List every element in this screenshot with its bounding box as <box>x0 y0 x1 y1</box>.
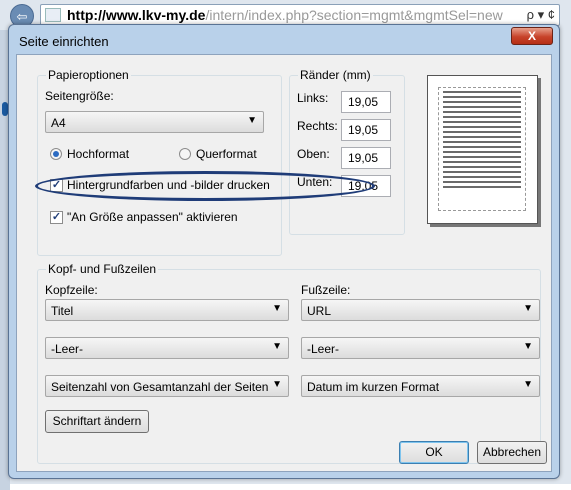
chevron-down-icon: ▼ <box>523 379 533 390</box>
header-3-value: Seitenzahl von Gesamtanzahl der Seiten <box>51 380 269 394</box>
chevron-down-icon: ▼ <box>272 341 282 352</box>
page-size-select[interactable]: A4 ▼ <box>45 111 264 133</box>
portrait-radio[interactable] <box>50 148 62 160</box>
portrait-label: Hochformat <box>67 147 130 161</box>
preview-printable-area <box>438 87 526 211</box>
page-preview <box>427 75 538 224</box>
margin-top-input[interactable]: 19,05 <box>341 147 391 169</box>
footer-1-value: URL <box>307 304 332 318</box>
highlight-ellipse <box>35 171 375 201</box>
landscape-radio[interactable] <box>179 148 191 160</box>
chevron-down-icon: ▼ <box>523 341 533 352</box>
footer-select-2[interactable]: -Leer- ▼ <box>301 337 540 359</box>
margin-top-label: Oben: <box>297 147 330 161</box>
footer-select-3[interactable]: Datum im kurzen Format ▼ <box>301 375 540 397</box>
chevron-down-icon: ▼ <box>247 115 257 126</box>
address-host: http://www.lkv-my.de <box>67 7 206 23</box>
header-select-2[interactable]: -Leer- ▼ <box>45 337 289 359</box>
landscape-label: Querformat <box>196 147 257 161</box>
chevron-down-icon: ▼ <box>523 303 533 314</box>
header-select-1[interactable]: Titel ▼ <box>45 299 289 321</box>
cancel-button[interactable]: Abbrechen <box>477 441 547 464</box>
footer-select-1[interactable]: URL ▼ <box>301 299 540 321</box>
page-icon <box>45 8 61 22</box>
dialog-title: Seite einrichten <box>19 34 109 49</box>
shrink-to-fit-checkbox[interactable]: ✓ <box>50 211 63 224</box>
margin-left-input[interactable]: 19,05 <box>341 91 391 113</box>
footer-label: Fußzeile: <box>301 283 351 297</box>
footer-2-value: -Leer- <box>307 342 340 356</box>
header-2-value: -Leer- <box>51 342 84 356</box>
address-path: /intern/index.php?section=mgmt&mgmtSel=n… <box>205 7 503 23</box>
address-tools[interactable]: ρ ▾ ¢ <box>522 5 555 25</box>
margin-right-input[interactable]: 19,05 <box>341 119 391 141</box>
footer-3-value: Datum im kurzen Format <box>307 380 440 394</box>
close-button[interactable]: X <box>511 27 553 45</box>
margin-left-label: Links: <box>297 91 329 105</box>
dialog-client-area: Papieroptionen Seitengröße: A4 ▼ Hochfor… <box>16 54 552 472</box>
header-label: Kopfzeile: <box>45 283 98 297</box>
paper-options-legend: Papieroptionen <box>46 68 131 82</box>
margin-right-label: Rechts: <box>297 119 338 133</box>
margins-legend: Ränder (mm) <box>298 68 373 82</box>
page-size-value: A4 <box>51 116 66 130</box>
header-select-3[interactable]: Seitenzahl von Gesamtanzahl der Seiten ▼ <box>45 375 289 397</box>
chevron-down-icon: ▼ <box>272 379 282 390</box>
chevron-down-icon: ▼ <box>272 303 282 314</box>
page-setup-dialog: Seite einrichten X Papieroptionen Seiten… <box>8 24 560 479</box>
page-size-label: Seitengröße: <box>45 89 114 103</box>
change-font-button[interactable]: Schriftart ändern <box>45 410 149 433</box>
header-1-value: Titel <box>51 304 74 318</box>
ok-button[interactable]: OK <box>399 441 469 464</box>
shrink-to-fit-label: "An Größe anpassen" aktivieren <box>67 210 238 224</box>
header-footer-legend: Kopf- und Fußzeilen <box>46 262 159 276</box>
address-bar[interactable]: http://www.lkv-my.de/intern/index.php?se… <box>40 4 560 26</box>
dialog-titlebar[interactable]: Seite einrichten X <box>9 25 559 55</box>
